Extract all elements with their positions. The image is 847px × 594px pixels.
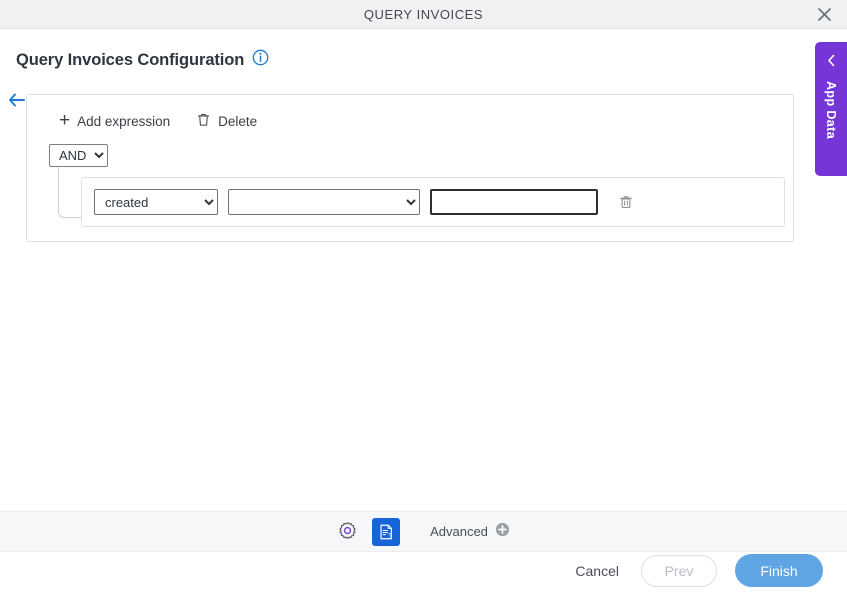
bottom-toolbar: ? Advanced — [0, 511, 847, 552]
gear-icon[interactable] — [337, 521, 358, 542]
close-icon[interactable] — [813, 3, 835, 25]
builder-toolbar: + Add expression Delete — [39, 105, 781, 134]
window-title: QUERY INVOICES — [363, 6, 484, 22]
advanced-button[interactable]: Advanced — [430, 522, 510, 542]
delete-button[interactable]: Delete — [196, 112, 257, 130]
condition-group: AND created — [39, 144, 785, 227]
plus-icon: + — [59, 110, 71, 131]
window-titlebar: QUERY INVOICES — [0, 0, 847, 29]
expression-row: created — [81, 177, 785, 227]
finish-button[interactable]: Finish — [735, 554, 823, 587]
expression-builder-panel: + Add expression Delete AND created — [26, 94, 794, 242]
add-expression-button[interactable]: + Add expression — [59, 110, 171, 131]
row-trash-icon[interactable] — [616, 192, 636, 212]
app-data-tab[interactable]: App Data — [815, 42, 847, 176]
trash-icon — [196, 112, 211, 130]
field-select[interactable]: created — [94, 189, 218, 215]
page-header: Query Invoices Configuration — [0, 29, 847, 71]
group-connector-line — [58, 167, 81, 218]
info-circle-icon[interactable] — [252, 49, 269, 71]
add-expression-label: Add expression — [77, 113, 171, 129]
document-help-icon[interactable]: ? — [372, 517, 401, 546]
arrow-left-icon[interactable] — [7, 90, 27, 110]
page-title: Query Invoices Configuration — [16, 50, 245, 69]
app-data-tab-label: App Data — [824, 81, 838, 140]
logic-operator-select[interactable]: AND — [49, 144, 108, 167]
operator-select[interactable] — [228, 189, 420, 215]
value-input[interactable] — [430, 189, 598, 215]
plus-circle-icon — [495, 522, 510, 542]
delete-label: Delete — [218, 113, 258, 129]
advanced-label: Advanced — [430, 524, 488, 539]
chevron-left-icon — [826, 54, 837, 71]
cancel-button[interactable]: Cancel — [571, 557, 623, 585]
dialog-footer: Cancel Prev Finish — [571, 554, 823, 587]
prev-button[interactable]: Prev — [641, 554, 717, 587]
